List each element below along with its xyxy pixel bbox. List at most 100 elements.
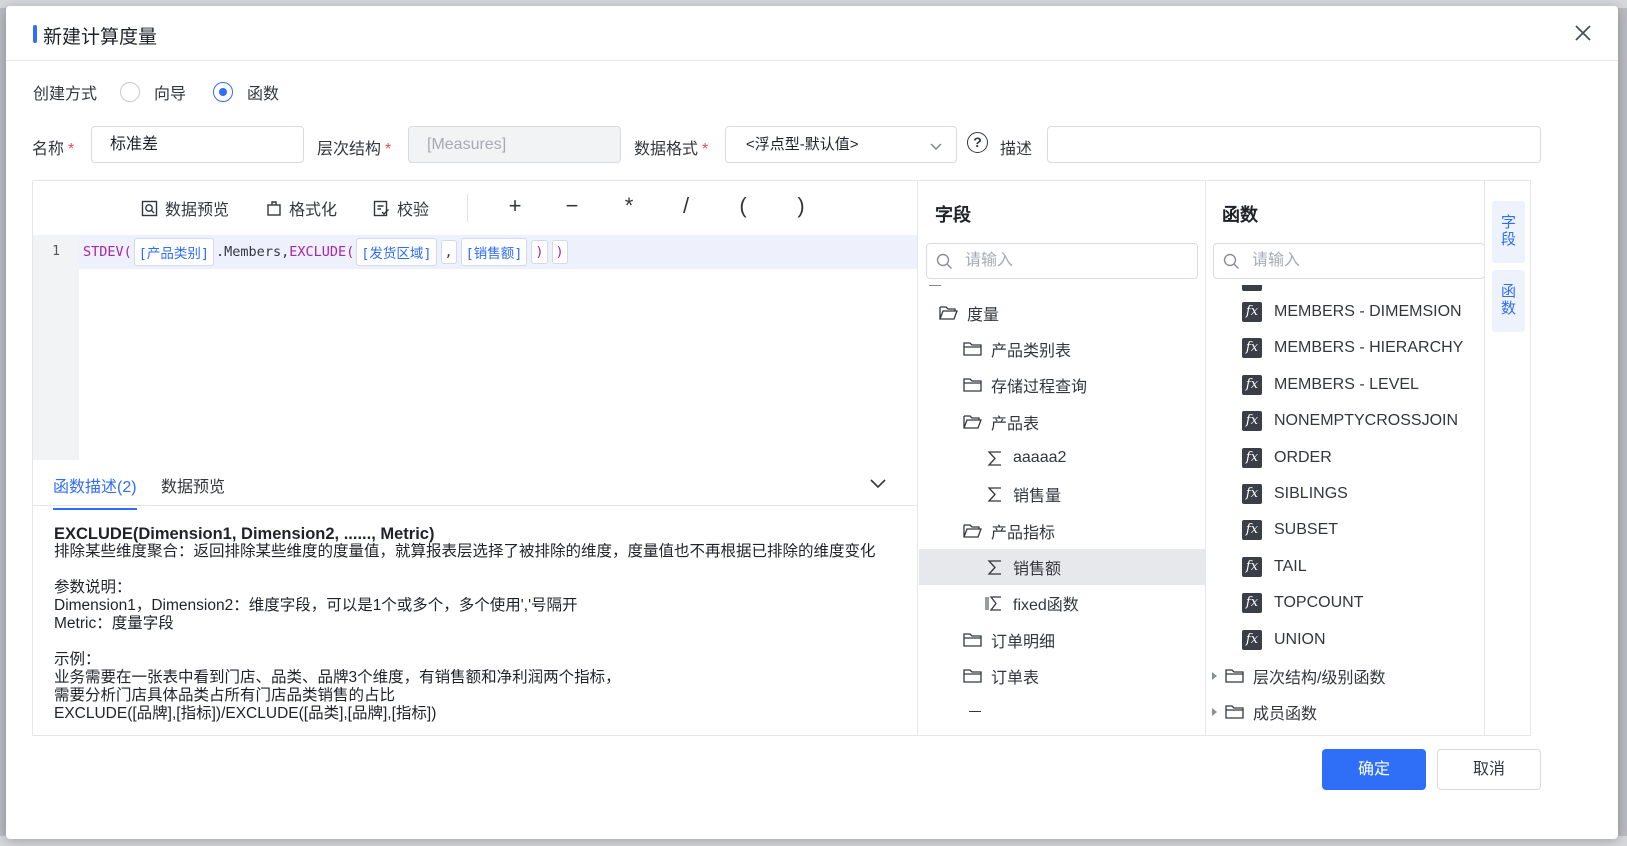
tab-data-preview[interactable]: 数据预览 xyxy=(161,473,225,497)
folder-icon xyxy=(963,633,982,647)
function-item[interactable]: fx SUBSET xyxy=(1242,512,1338,548)
create-mode-row: 创建方式 向导 函数 xyxy=(33,79,279,105)
new-calculated-measure-dialog: 新建计算度量 创建方式 向导 函数 名称* 层次结构* [Measures] 数… xyxy=(6,6,1618,839)
function-group-hierarchy[interactable]: 层次结构/级别函数 xyxy=(1211,658,1385,694)
function-item[interactable]: fx ORDER xyxy=(1242,440,1332,476)
function-label: NONEMPTYCROSSJOIN xyxy=(1274,412,1459,429)
function-label: SIBLINGS xyxy=(1274,485,1348,502)
function-item[interactable]: fx MEMBERS - LEVEL xyxy=(1242,367,1419,403)
tree-folder-product-table[interactable]: 产品表 xyxy=(963,404,1203,440)
confirm-button[interactable]: 确定 xyxy=(1322,749,1426,790)
params-title: 参数说明： xyxy=(54,579,132,596)
tree-measure-fixed[interactable]: fixed函数 xyxy=(985,585,1203,621)
description-label: 描述 xyxy=(1000,141,1033,158)
code-line[interactable]: STDEV( [产品类别] .Members, EXCLUDE( [发货区域] … xyxy=(79,235,917,269)
editor-toolbar: 数据预览 格式化 校验 + − * / ( ) xyxy=(33,181,917,235)
tree-measure-sales-qty[interactable]: 销售量 xyxy=(987,476,1203,512)
function-group-member[interactable]: 成员函数 xyxy=(1211,694,1317,730)
tree-measure-aaaaa2[interactable]: aaaaa2 xyxy=(987,440,1203,476)
op-divide-button[interactable]: / xyxy=(674,193,698,219)
fx-icon: fx xyxy=(1242,411,1262,431)
folder-icon xyxy=(963,342,982,356)
sigma-icon xyxy=(987,559,1001,575)
name-label: 名称 * xyxy=(32,141,75,158)
side-tab-fields[interactable]: 字段 xyxy=(1492,201,1525,263)
tree-folder-order-detail[interactable]: 订单明细 xyxy=(963,622,1203,658)
tree-item-label: 产品类别表 xyxy=(991,343,1072,360)
tree-item-label: 产品表 xyxy=(991,416,1040,433)
token-exclude: EXCLUDE( xyxy=(289,244,355,260)
function-item[interactable]: fx SIBLINGS xyxy=(1242,476,1348,512)
tree-folder-stored-proc[interactable]: 存储过程查询 xyxy=(963,367,1203,403)
function-item[interactable]: fx TOPCOUNT xyxy=(1242,585,1363,621)
code-editor[interactable]: 1 STDEV( [产品类别] .Members, EXCLUDE( [发货区域… xyxy=(33,235,917,460)
op-plus-button[interactable]: + xyxy=(503,193,527,219)
function-label: MEMBERS - HIERARCHY xyxy=(1274,339,1464,356)
close-icon[interactable] xyxy=(1572,22,1594,44)
properties-row: 名称* 层次结构* [Measures] 数据格式* <浮点型-默认值> ? 描… xyxy=(6,126,1618,164)
function-item[interactable]: fx TAIL xyxy=(1242,549,1307,585)
token-field-sales-amount[interactable]: [销售额] xyxy=(460,238,528,266)
editor-area: 数据预览 格式化 校验 + − * / ( ) 1 STDEV([产品类别] … xyxy=(33,181,918,735)
tree-item-label: 订单表 xyxy=(991,670,1040,687)
tree-item-label: 销售量 xyxy=(1013,488,1062,505)
token-members: .Members, xyxy=(216,244,290,260)
validate-label: 校验 xyxy=(397,202,430,219)
tree-folder-measures[interactable]: 度量 xyxy=(939,295,1204,331)
tree-measure-sales-amount[interactable]: 销售额 xyxy=(919,549,1205,585)
format-button[interactable]: 格式化 xyxy=(266,196,337,220)
radio-wizard[interactable]: 向导 xyxy=(120,80,186,104)
name-input-box[interactable] xyxy=(91,126,304,163)
side-tabs: 字段 函数 xyxy=(1484,181,1530,735)
tree-item-label: fixed函数 xyxy=(1013,597,1079,614)
function-label: TAIL xyxy=(1274,558,1307,575)
op-open-paren-button[interactable]: ( xyxy=(731,193,755,219)
functions-search-input[interactable] xyxy=(1252,244,1441,278)
fx-icon: fx xyxy=(1242,375,1262,395)
function-item[interactable]: fx MEMBERS - DIMEMSION xyxy=(1242,294,1462,330)
scroll-fragment xyxy=(969,711,981,712)
fx-icon: fx xyxy=(1242,338,1262,358)
functions-panel-title: 函数 xyxy=(1222,205,1258,225)
function-label: MEMBERS - LEVEL xyxy=(1274,376,1419,393)
validate-button[interactable]: 校验 xyxy=(373,196,429,220)
radio-function-circle[interactable] xyxy=(213,82,234,102)
data-preview-button[interactable]: 数据预览 xyxy=(141,196,229,220)
functions-panel: 函数 fx MEMBERS - DIMEMSION fx MEMBERS - HIE… xyxy=(1206,181,1486,735)
tree-folder-product-metrics[interactable]: 产品指标 xyxy=(963,513,1203,549)
op-multiply-button[interactable]: * xyxy=(617,193,641,219)
function-description: EXCLUDE(Dimension1, Dimension2, ......, … xyxy=(54,525,904,723)
validate-icon xyxy=(373,200,389,216)
token-field-product-category[interactable]: [产品类别] xyxy=(133,238,215,266)
fx-icon-partial xyxy=(1242,285,1262,291)
param-metric: Metric：度量字段 xyxy=(54,615,174,632)
tree-folder-order-table[interactable]: 订单表 xyxy=(963,658,1203,694)
tree-folder-product-category[interactable]: 产品类别表 xyxy=(963,331,1203,367)
chevron-down-icon[interactable] xyxy=(869,474,887,492)
description-input-box[interactable] xyxy=(1047,126,1541,163)
folder-open-icon xyxy=(939,306,958,320)
function-item[interactable]: fx NONEMPTYCROSSJOIN xyxy=(1242,403,1458,439)
help-icon[interactable]: ? xyxy=(967,132,988,153)
cancel-button[interactable]: 取消 xyxy=(1437,749,1541,790)
fields-search-input[interactable] xyxy=(965,244,1154,278)
function-signature: EXCLUDE(Dimension1, Dimension2, ......, … xyxy=(54,525,435,543)
description-input[interactable] xyxy=(1066,136,1522,154)
functions-search[interactable] xyxy=(1213,243,1485,279)
name-input[interactable] xyxy=(110,133,303,151)
fields-search[interactable] xyxy=(926,243,1198,279)
side-tab-functions[interactable]: 函数 xyxy=(1492,270,1525,332)
data-preview-label: 数据预览 xyxy=(165,202,230,219)
fx-icon: fx xyxy=(1242,557,1262,577)
function-item[interactable]: fx UNION xyxy=(1242,622,1326,658)
function-item[interactable]: fx MEMBERS - HIERARCHY xyxy=(1242,330,1463,366)
radio-wizard-circle[interactable] xyxy=(120,82,141,102)
function-group-label: 成员函数 xyxy=(1253,706,1318,723)
radio-function[interactable]: 函数 xyxy=(213,80,279,104)
op-close-paren-button[interactable]: ) xyxy=(789,193,813,219)
token-field-ship-region[interactable]: [发货区域] xyxy=(356,238,437,266)
data-format-select[interactable]: <浮点型-默认值> xyxy=(725,126,957,163)
tab-function-description[interactable]: 函数描述(2) xyxy=(53,473,137,510)
op-minus-button[interactable]: − xyxy=(560,193,584,219)
token-close-paren: ) xyxy=(551,240,568,264)
